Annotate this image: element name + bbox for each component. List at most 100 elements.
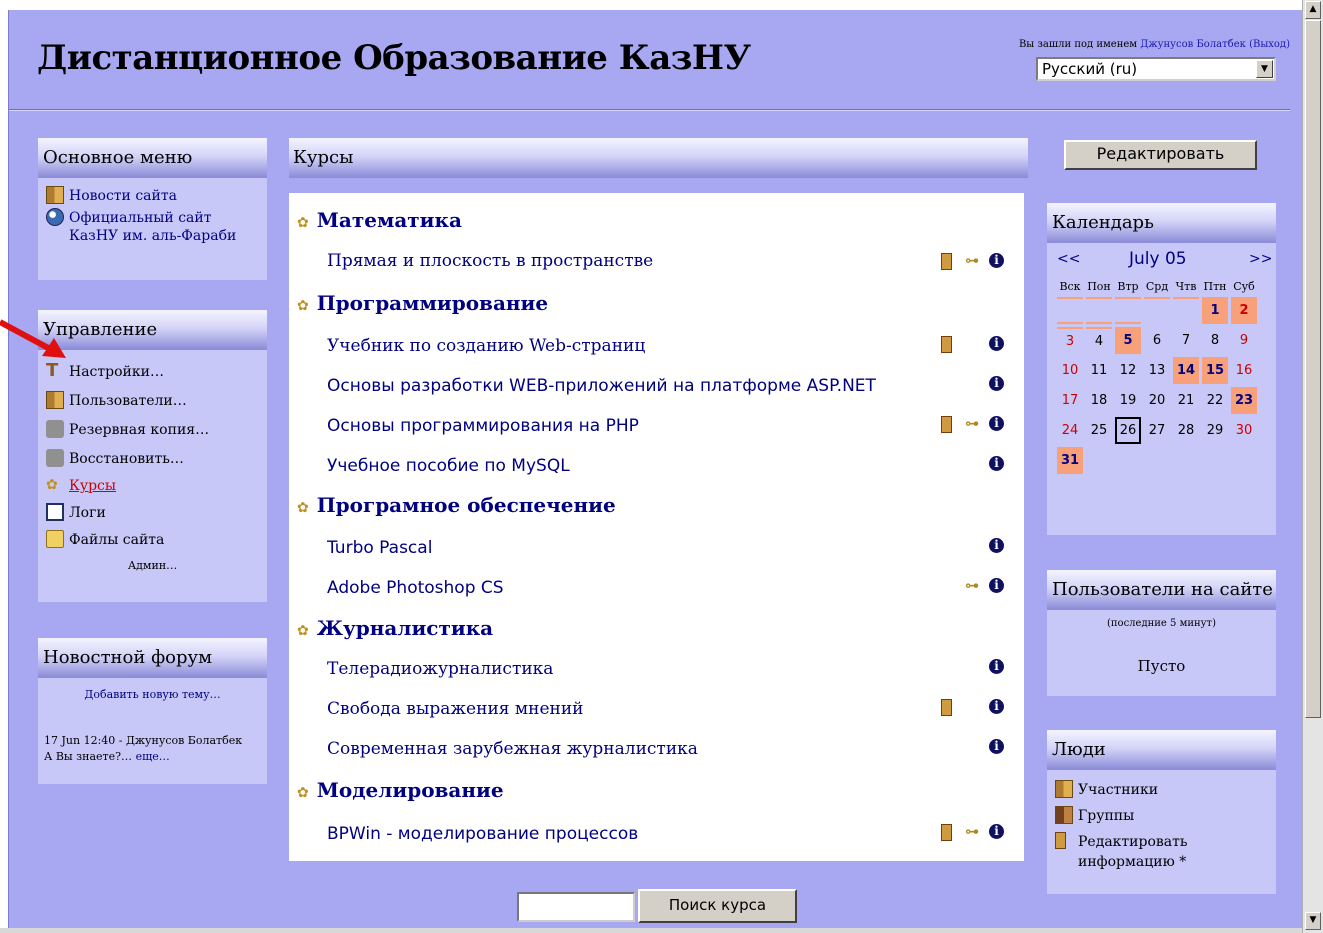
language-select[interactable]: Русский (ru) ▼ xyxy=(1036,57,1276,81)
admin-files-label[interactable]: Файлы сайта xyxy=(69,530,164,550)
official-site-label-line2[interactable]: КазНУ им. аль-Фараби xyxy=(46,227,259,245)
category-journalism[interactable]: ✿ Журналистика xyxy=(297,615,493,641)
calendar-day[interactable]: 27 xyxy=(1144,417,1170,444)
calendar-day[interactable]: 25 xyxy=(1086,417,1112,444)
calendar-day[interactable]: 3 xyxy=(1057,327,1083,354)
scroll-down-icon[interactable]: ▼ xyxy=(1305,912,1321,930)
edit-profile-label-line2[interactable]: информацию xyxy=(1078,854,1175,870)
course-link[interactable]: BPWin - моделирование процессов xyxy=(327,822,638,846)
groups-label[interactable]: Группы xyxy=(1078,806,1134,826)
people-participants[interactable]: Участники xyxy=(1055,780,1268,800)
category-label[interactable]: Журналистика xyxy=(317,616,493,640)
admin-users-label[interactable]: Пользователи… xyxy=(69,391,187,411)
people-groups[interactable]: Группы xyxy=(1055,806,1268,826)
info-icon[interactable]: i xyxy=(989,336,1004,351)
category-software[interactable]: ✿ Програмное обеспечение xyxy=(297,492,616,518)
admin-restore[interactable]: Восстановить… xyxy=(46,449,259,469)
admin-logs-label[interactable]: Логи xyxy=(69,503,106,523)
calendar-today[interactable]: 26 xyxy=(1115,417,1141,444)
admin-settings-label[interactable]: Настройки… xyxy=(69,362,164,382)
info-icon[interactable]: i xyxy=(989,538,1004,553)
category-label[interactable]: Математика xyxy=(317,208,462,232)
course-link[interactable]: Современная зарубежная журналистика xyxy=(327,737,698,761)
calendar-day[interactable]: 11 xyxy=(1086,357,1112,384)
key-icon[interactable]: ⊶ xyxy=(965,416,979,432)
people-edit-profile[interactable]: Редактировать xyxy=(1055,832,1268,852)
admin-backup-label[interactable]: Резервная копия… xyxy=(69,420,209,440)
course-link[interactable]: Учебник по созданию Web-страниц xyxy=(327,334,645,358)
calendar-day[interactable]: 21 xyxy=(1173,387,1199,414)
participants-label[interactable]: Участники xyxy=(1078,780,1158,800)
calendar-day[interactable]: 17 xyxy=(1057,387,1083,414)
vertical-scrollbar[interactable]: ▲ ▼ xyxy=(1302,0,1323,933)
admin-courses[interactable]: ✿ Курсы xyxy=(46,476,259,496)
key-icon[interactable]: ⊶ xyxy=(965,824,979,840)
more-link[interactable]: еще… xyxy=(136,750,170,763)
course-link[interactable]: Прямая и плоскость в пространстве xyxy=(327,249,653,273)
calendar-day[interactable]: 19 xyxy=(1115,387,1141,414)
doc-icon[interactable] xyxy=(941,416,952,433)
admin-files[interactable]: Файлы сайта xyxy=(46,530,259,550)
admin-backup[interactable]: Резервная копия… xyxy=(46,420,259,440)
admin-logs[interactable]: Логи xyxy=(46,503,259,523)
logout-link[interactable]: (Выход) xyxy=(1249,39,1290,50)
course-link[interactable]: Свобода выражения мнений xyxy=(327,697,584,721)
info-icon[interactable]: i xyxy=(989,253,1004,268)
scroll-thumb[interactable] xyxy=(1305,20,1321,718)
calendar-day[interactable]: 12 xyxy=(1115,357,1141,384)
calendar-day[interactable]: 23 xyxy=(1231,387,1257,414)
calendar-day[interactable]: 14 xyxy=(1173,357,1199,384)
menu-item-label[interactable]: Новости сайта xyxy=(69,186,177,206)
add-topic-link[interactable]: Добавить новую тему… xyxy=(44,688,261,701)
calendar-day[interactable]: 20 xyxy=(1144,387,1170,414)
category-modeling[interactable]: ✿ Моделирование xyxy=(297,777,504,803)
calendar-day[interactable]: 31 xyxy=(1057,447,1083,474)
course-link[interactable]: Телерадиожурналистика xyxy=(327,657,553,681)
doc-icon[interactable] xyxy=(941,336,952,353)
menu-item-site-news[interactable]: Новости сайта xyxy=(46,186,259,206)
info-icon[interactable]: i xyxy=(989,739,1004,754)
info-icon[interactable]: i xyxy=(989,578,1004,593)
course-search-button[interactable]: Поиск курса xyxy=(638,889,797,923)
doc-icon[interactable] xyxy=(941,253,952,270)
info-icon[interactable]: i xyxy=(989,376,1004,391)
course-link[interactable]: Учебное пособие по MySQL xyxy=(327,454,570,478)
category-math[interactable]: ✿ Математика xyxy=(297,207,462,233)
course-link[interactable]: Turbo Pascal xyxy=(327,536,432,560)
edit-button[interactable]: Редактировать xyxy=(1064,140,1257,170)
category-label[interactable]: Моделирование xyxy=(317,778,504,802)
key-icon[interactable]: ⊶ xyxy=(965,253,979,269)
admin-restore-label[interactable]: Восстановить… xyxy=(69,449,184,469)
calendar-day[interactable]: 1 xyxy=(1202,297,1228,324)
scroll-up-icon[interactable]: ▲ xyxy=(1305,1,1321,19)
course-link[interactable]: Adobe Photoshop CS xyxy=(327,576,504,600)
calendar-day[interactable]: 30 xyxy=(1231,417,1257,444)
course-link[interactable]: Основы разработки WEB-приложений на плат… xyxy=(327,374,876,398)
course-link[interactable]: Основы программирования на PHP xyxy=(327,414,639,438)
calendar-day[interactable]: 6 xyxy=(1144,327,1170,354)
calendar-day[interactable]: 9 xyxy=(1231,327,1257,354)
info-icon[interactable]: i xyxy=(989,416,1004,431)
category-label[interactable]: Программирование xyxy=(317,291,548,315)
menu-item-official-site[interactable]: Официальный сайт xyxy=(46,208,259,228)
info-icon[interactable]: i xyxy=(989,659,1004,674)
calendar-prev[interactable]: << xyxy=(1057,251,1080,267)
doc-icon[interactable] xyxy=(941,824,952,841)
calendar-day[interactable]: 22 xyxy=(1202,387,1228,414)
edit-profile-label[interactable]: Редактировать xyxy=(1078,832,1187,852)
calendar-day[interactable]: 16 xyxy=(1231,357,1257,384)
calendar-day[interactable]: 8 xyxy=(1202,327,1228,354)
chevron-down-icon[interactable]: ▼ xyxy=(1256,60,1273,78)
key-icon[interactable]: ⊶ xyxy=(965,578,979,594)
calendar-day[interactable]: 4 xyxy=(1086,327,1112,354)
calendar-day[interactable]: 15 xyxy=(1202,357,1228,384)
category-programming[interactable]: ✿ Программирование xyxy=(297,290,548,316)
calendar-day[interactable]: 2 xyxy=(1231,297,1257,324)
calendar-next[interactable]: >> xyxy=(1249,251,1272,267)
admin-link[interactable]: Админ… xyxy=(46,555,259,576)
calendar-day[interactable]: 7 xyxy=(1173,327,1199,354)
admin-users[interactable]: Пользователи… xyxy=(46,391,259,411)
info-icon[interactable]: i xyxy=(989,824,1004,839)
calendar-day[interactable]: 28 xyxy=(1173,417,1199,444)
calendar-day[interactable]: 29 xyxy=(1202,417,1228,444)
